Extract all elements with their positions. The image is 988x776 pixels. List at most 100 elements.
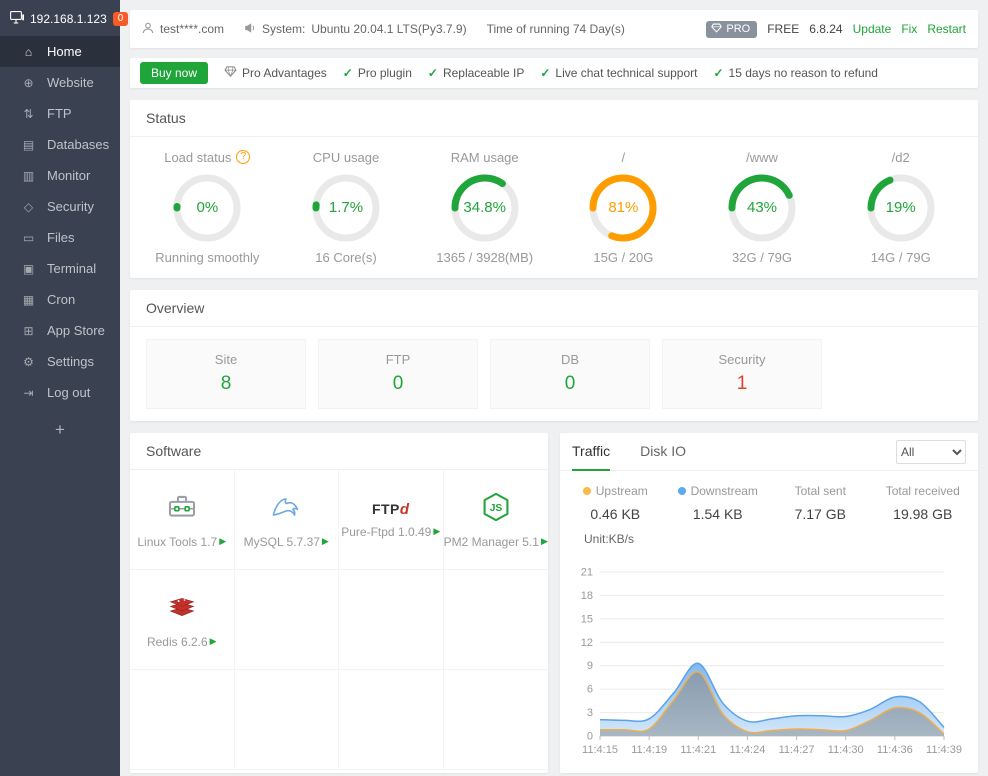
announcement-icon [244,22,256,37]
svg-text:0: 0 [587,731,593,743]
gauge-disk-www: /www 43% 32G / 79G [693,147,832,268]
svg-text:11:4:15: 11:4:15 [582,744,618,756]
cron-icon: ▦ [21,293,36,307]
sidebar-item-home[interactable]: ⌂Home [0,36,120,67]
run-icon: ▶ [322,536,329,547]
chart-unit-label: Unit:KB/s [570,532,968,546]
sidebar-item-website[interactable]: ⊕Website [0,67,120,98]
sidebar-item-monitor[interactable]: ▥Monitor [0,160,120,191]
run-icon: ▶ [433,526,440,537]
software-item-pm2[interactable]: JS PM2 Manager 5.1▶ [444,470,549,570]
check-icon: ✓ [713,66,723,80]
system-info: System: Ubuntu 20.04.1 LTS(Py3.7.9) [244,22,467,37]
terminal-icon: ▣ [21,262,36,276]
software-empty-cell [339,670,444,770]
settings-icon: ⚙ [21,355,36,369]
monitor-screen-icon [10,11,24,27]
software-title: Software [130,433,548,470]
gauge-ram-usage: RAM usage 34.8% 1365 / 3928(MB) [415,147,554,268]
feature-replaceable-ip: ✓Replaceable IP [428,66,524,80]
svg-text:12: 12 [581,637,593,649]
license-label: FREE [767,22,799,36]
svg-text:11:4:30: 11:4:30 [828,744,864,756]
gem-icon [711,23,722,36]
account-item[interactable]: test****.com [142,22,224,37]
tab-disk-io[interactable]: Disk IO [640,433,686,471]
stat-total-received: Total received19.98 GB [872,484,975,522]
traffic-filter-select[interactable]: All [896,440,966,464]
mysql-dolphin-icon [270,491,302,528]
toolbox-icon [166,491,198,528]
gauge-disk-d2: /d2 19% 14G / 79G [831,147,970,268]
traffic-chart: 03691215182111:4:1511:4:1911:4:2111:4:24… [570,548,964,760]
check-icon: ✓ [343,66,353,80]
sidebar-item-app-store[interactable]: ⊞App Store [0,315,120,346]
run-icon: ▶ [210,636,217,647]
software-item-redis[interactable]: Redis 6.2.6▶ [130,570,235,670]
restart-link[interactable]: Restart [927,22,966,36]
sidebar-add-button[interactable]: + [0,420,120,440]
overview-section: Overview Site8 FTP0 DB0 Security1 [130,290,978,421]
tab-traffic[interactable]: Traffic [572,433,610,471]
sidebar-item-settings[interactable]: ⚙Settings [0,346,120,377]
traffic-stats: Upstream0.46 KB Downstream1.54 KB Total … [560,471,978,524]
promo-bar: Buy now Pro Advantages ✓Pro plugin ✓Repl… [130,58,978,88]
gauge-load-status: Load status? 0% Running smoothly [138,147,277,268]
software-item-mysql[interactable]: MySQL 5.7.37▶ [235,470,340,570]
stat-downstream: Downstream1.54 KB [667,484,770,522]
server-ip: 192.168.1.123 [30,12,107,26]
software-empty-cell [235,670,340,770]
website-icon: ⊕ [21,76,36,90]
overview-title: Overview [130,290,978,327]
security-icon: ◇ [21,200,36,214]
svg-text:11:4:36: 11:4:36 [877,744,913,756]
sidebar-item-files[interactable]: ▭Files [0,222,120,253]
sidebar-item-logout[interactable]: ⇥Log out [0,377,120,408]
top-bar: test****.com System: Ubuntu 20.04.1 LTS(… [130,10,978,48]
fix-link[interactable]: Fix [901,22,917,36]
svg-text:9: 9 [587,660,593,672]
feature-pro-plugin: ✓Pro plugin [343,66,412,80]
svg-text:11:4:19: 11:4:19 [631,744,667,756]
svg-text:11:4:39: 11:4:39 [926,744,962,756]
svg-text:JS: JS [489,503,502,514]
run-icon: ▶ [541,536,548,547]
status-section: Status Load status? 0% Running smoothly … [130,100,978,278]
overview-card-db[interactable]: DB0 [490,339,650,409]
software-item-pure-ftpd[interactable]: FTPd Pure-Ftpd 1.0.49▶ [339,470,444,570]
sidebar-item-security[interactable]: ◇Security [0,191,120,222]
nodejs-hexagon-icon: JS [480,491,512,528]
redis-stack-icon [166,591,198,628]
sidebar-item-ftp[interactable]: ⇅FTP [0,98,120,129]
user-icon [142,22,154,37]
software-item-linux-tools[interactable]: Linux Tools 1.7▶ [130,470,235,570]
sidebar-item-databases[interactable]: ▤Databases [0,129,120,160]
version-label: 6.8.24 [809,22,842,36]
stat-upstream: Upstream0.46 KB [564,484,667,522]
overview-card-ftp[interactable]: FTP0 [318,339,478,409]
check-icon: ✓ [428,66,438,80]
logout-icon: ⇥ [21,386,36,400]
software-section: Software Linux Tools 1.7▶ MySQL 5.7.37▶ … [130,433,548,773]
gem-icon [224,66,237,80]
traffic-chart-area: Unit:KB/s 03691215182111:4:1511:4:1911:4… [560,524,978,765]
overview-card-site[interactable]: Site8 [146,339,306,409]
sidebar-item-cron[interactable]: ▦Cron [0,284,120,315]
pro-badge[interactable]: PRO [706,21,757,38]
monitor-icon: ▥ [21,169,36,183]
gauge-disk-root: / 81% 15G / 20G [554,147,693,268]
sidebar-item-terminal[interactable]: ▣Terminal [0,253,120,284]
gauges-row: Load status? 0% Running smoothly CPU usa… [130,137,978,278]
check-icon: ✓ [540,66,550,80]
software-empty-cell [130,670,235,770]
overview-card-security[interactable]: Security1 [662,339,822,409]
software-empty-cell [444,670,549,770]
pro-advantages[interactable]: Pro Advantages [224,66,327,80]
update-link[interactable]: Update [853,22,892,36]
help-icon[interactable]: ? [236,150,250,164]
svg-text:6: 6 [587,684,593,696]
buy-now-button[interactable]: Buy now [140,62,208,84]
sidebar: 192.168.1.123 0 ⌂Home ⊕Website ⇅FTP ▤Dat… [0,0,120,776]
svg-text:21: 21 [581,567,593,579]
svg-text:15: 15 [581,613,593,625]
